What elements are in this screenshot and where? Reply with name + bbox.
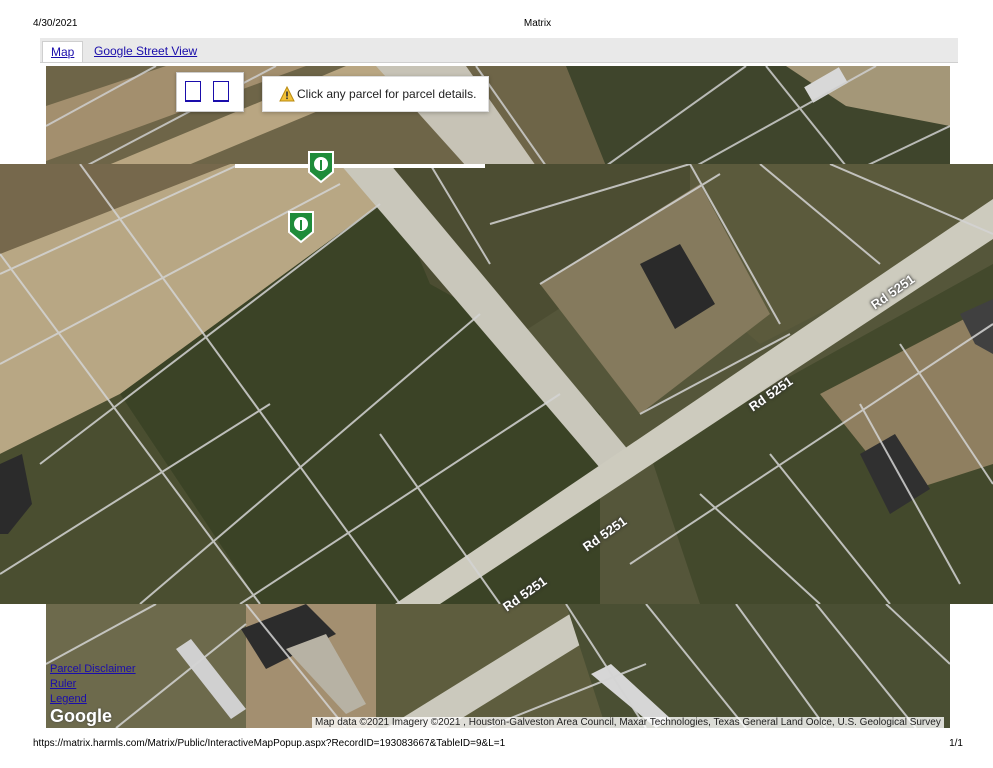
zoom-controls [176,72,244,112]
print-footer: https://matrix.harmls.com/Matrix/Public/… [0,738,993,752]
property-pin-icon[interactable] [306,150,336,184]
zoom-in-icon[interactable] [185,81,201,102]
parcel-disclaimer-link[interactable]: Parcel Disclaimer [50,662,136,677]
legend-link[interactable]: Legend [50,692,136,707]
map-imagery-bottom [46,604,950,728]
map-attribution[interactable]: Map data ©2021 Imagery ©2021 , Houston-G… [312,717,944,728]
map-imagery-middle [0,164,993,604]
tab-google-street-view[interactable]: Google Street View [86,41,205,61]
tab-bar: Map Google Street View [40,38,958,63]
google-logo: Google [50,706,112,726]
print-url: https://matrix.harmls.com/Matrix/Public/… [33,738,506,749]
zoom-out-icon[interactable] [213,81,229,102]
print-header: 4/30/2021 Matrix [0,18,993,32]
print-page-number: 1/1 [949,738,963,749]
map-satellite-bottom[interactable] [46,604,950,728]
parcel-info-message: Click any parcel for parcel details. [262,76,489,112]
info-message-text: Click any parcel for parcel details. [297,87,477,101]
map-links: Parcel Disclaimer Ruler Legend [50,662,136,707]
map-satellite-middle[interactable] [0,164,993,604]
map-tile-seam [235,164,485,168]
ruler-link[interactable]: Ruler [50,677,136,692]
warning-icon [279,86,295,102]
tab-map[interactable]: Map [42,41,84,62]
property-pin-icon[interactable] [286,210,316,244]
print-title: Matrix [523,18,552,29]
